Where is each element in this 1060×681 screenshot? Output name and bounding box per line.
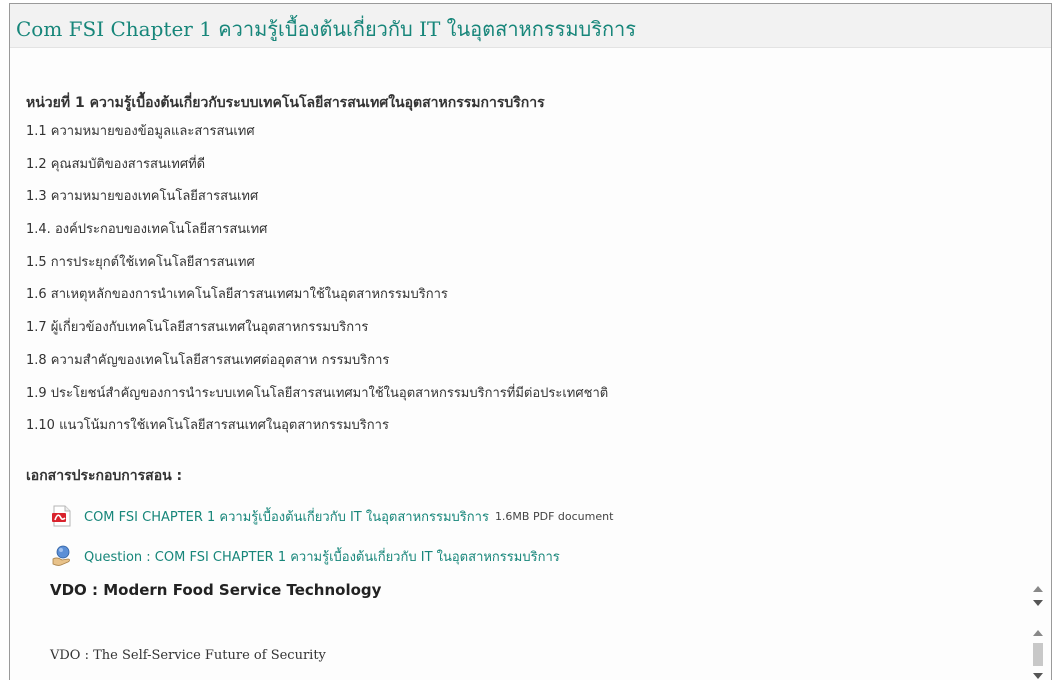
resource-quiz-link[interactable]: Question : COM FSI CHAPTER 1 ความรู้เบื้…: [84, 546, 560, 567]
topic-item: 1.4. องค์ประกอบของเทคโนโลยีสารสนเทศ: [26, 222, 268, 238]
topic-item: 1.9 ประโยชน์สำคัญของการนำระบบเทคโนโลยีสา…: [26, 385, 609, 401]
topic-item: 1.6 สาเหตุหลักของการนำเทคโนโลยีสารสนเทศม…: [26, 287, 448, 303]
video-title: VDO : Modern Food Service Technology: [50, 581, 382, 599]
unit-heading: หน่วยที่ 1 ความรู้เบื้องต้นเกี่ยวกับระบบ…: [26, 95, 545, 111]
resource-pdf-meta: 1.6MB PDF document: [494, 509, 614, 523]
pdf-icon: [50, 504, 74, 528]
video-scrollbar[interactable]: [1030, 578, 1046, 614]
topic-item: 1.2 คุณสมบัติของสารสนเทศที่ดี: [26, 156, 206, 172]
scroll-down-icon[interactable]: [1033, 673, 1043, 679]
resource-pdf-link[interactable]: COM FSI CHAPTER 1 ความรู้เบื้องต้นเกี่ยว…: [84, 506, 489, 527]
section-title-bar: Com FSI Chapter 1 ความรู้เบื้องต้นเกี่ยว…: [10, 4, 1051, 48]
topic-item: 1.7 ผู้เกี่ยวข้องกับเทคโนโลยีสารสนเทศในอ…: [26, 320, 369, 336]
section-frame: Com FSI Chapter 1 ความรู้เบื้องต้นเกี่ยว…: [9, 3, 1052, 680]
topic-item: 1.8 ความสำคัญของเทคโนโลยีสารสนเทศต่ออุตส…: [26, 352, 390, 368]
video-scrollbar-2[interactable]: [1030, 626, 1046, 681]
resource-pdf[interactable]: COM FSI CHAPTER 1 ความรู้เบื้องต้นเกี่ยว…: [50, 504, 613, 528]
scroll-thumb[interactable]: [1033, 643, 1043, 666]
resource-quiz[interactable]: Question : COM FSI CHAPTER 1 ความรู้เบื้…: [50, 544, 560, 568]
scroll-up-icon[interactable]: [1033, 630, 1043, 636]
scroll-down-icon[interactable]: [1033, 600, 1043, 606]
topic-list: 1.1 ความหมายของข้อมูลและสารสนเทศ 1.2 คุณ…: [26, 123, 608, 450]
topic-item: 1.3 ความหมายของเทคโนโลยีสารสนเทศ: [26, 189, 259, 205]
topic-item: 1.10 แนวโน้มการใช้เทคโนโลยีสารสนเทศในอุต…: [26, 418, 389, 434]
section-title-link[interactable]: Com FSI Chapter 1 ความรู้เบื้องต้นเกี่ยว…: [16, 13, 636, 45]
scroll-up-icon[interactable]: [1033, 586, 1043, 592]
quiz-icon: [50, 544, 74, 568]
video-subtitle: VDO : The Self-Service Future of Securit…: [50, 648, 326, 663]
topic-item: 1.5 การประยุกต์ใช้เทคโนโลยีสารสนเทศ: [26, 254, 255, 270]
topic-item: 1.1 ความหมายของข้อมูลและสารสนเทศ: [26, 124, 255, 139]
teaching-docs-heading: เอกสารประกอบการสอน :: [26, 468, 183, 484]
